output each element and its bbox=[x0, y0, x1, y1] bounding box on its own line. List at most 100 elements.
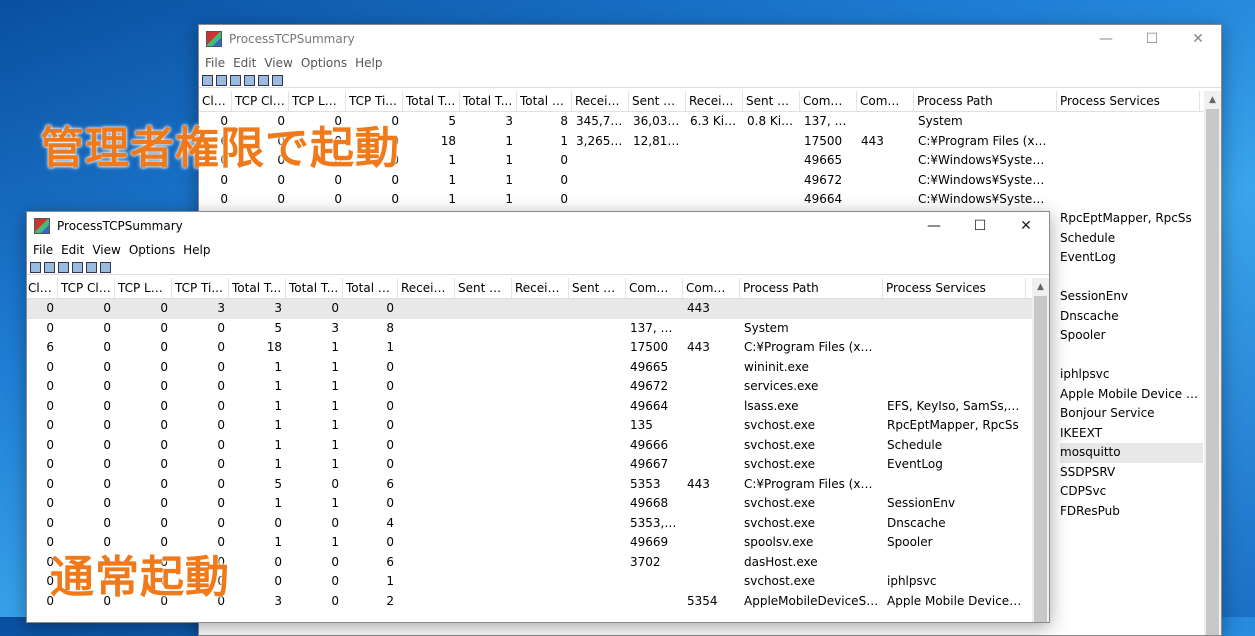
back-vertical-scrollbar[interactable]: ▲ bbox=[1204, 91, 1221, 635]
minimize-button[interactable]: — bbox=[1083, 25, 1129, 53]
table-cell bbox=[512, 319, 569, 339]
table-row[interactable]: 0 0 0 0 1 1 0 49667 svchost.exe EventLog bbox=[27, 455, 1049, 475]
table-cell bbox=[883, 377, 1026, 397]
maximize-button[interactable]: ☐ bbox=[957, 212, 1003, 240]
table-cell bbox=[740, 299, 883, 319]
table-row[interactable]: 0 0 0 0 1 1 0 49672 services.exe bbox=[27, 377, 1049, 397]
table-cell: 1 bbox=[560, 133, 568, 148]
export-icon[interactable] bbox=[216, 74, 227, 86]
properties-icon[interactable] bbox=[72, 261, 83, 273]
column-header[interactable]: TCP Clo... bbox=[232, 91, 289, 111]
table-cell bbox=[569, 533, 626, 553]
export-icon[interactable] bbox=[44, 261, 55, 273]
column-header[interactable]: Clo... bbox=[27, 278, 58, 298]
front-titlebar[interactable]: ProcessTCPSummary — ☐ ✕ bbox=[27, 212, 1049, 240]
column-header[interactable]: Commo... bbox=[800, 91, 857, 111]
scroll-up-icon[interactable]: ▲ bbox=[1204, 91, 1221, 109]
column-header[interactable]: Total T... bbox=[229, 278, 286, 298]
menu-edit[interactable]: Edit bbox=[229, 56, 260, 70]
column-header[interactable]: TCP Las... bbox=[289, 91, 346, 111]
column-header[interactable]: Receive... bbox=[572, 91, 629, 111]
table-row[interactable]: 0 0 0 0 1 1 0 135 svchost.exe RpcEptMapper, RpcSs bbox=[27, 416, 1049, 436]
table-cell bbox=[398, 397, 455, 417]
table-cell bbox=[512, 494, 569, 514]
table-cell bbox=[572, 171, 629, 191]
minimize-button[interactable]: — bbox=[911, 212, 957, 240]
close-button[interactable]: ✕ bbox=[1175, 25, 1221, 53]
column-header[interactable]: Clo... bbox=[199, 91, 232, 111]
column-header[interactable]: Sent By... bbox=[455, 278, 512, 298]
report-icon[interactable] bbox=[86, 261, 97, 273]
exit-icon[interactable] bbox=[100, 261, 111, 273]
menu-help[interactable]: Help bbox=[179, 243, 214, 257]
column-header[interactable]: Process Path bbox=[914, 91, 1057, 111]
table-cell bbox=[569, 572, 626, 592]
column-header[interactable]: TCP Ti... bbox=[172, 278, 229, 298]
table-cell bbox=[857, 190, 914, 210]
column-header[interactable]: Total T... bbox=[460, 91, 517, 111]
table-row[interactable]: 0 0 0 0 0 0 4 5353, 5... svchost.exe Dnscache bbox=[27, 514, 1049, 534]
column-header[interactable]: Commo... bbox=[857, 91, 914, 111]
menu-help[interactable]: Help bbox=[351, 56, 386, 70]
table-cell: 0 bbox=[46, 515, 54, 530]
table-row[interactable]: 0 0 0 0 5 3 8 137, 13... System bbox=[27, 319, 1049, 339]
table-row[interactable]: 6 0 0 0 18 1 1 17500 443 C:¥Program Files (x86)¥.… bbox=[27, 338, 1049, 358]
table-row[interactable]: 0 0 0 0 1 1 0 49666 svchost.exe Schedule bbox=[27, 436, 1049, 456]
table-row[interactable]: 0 0 0 0 1 1 0 49668 svchost.exe SessionEnv bbox=[27, 494, 1049, 514]
save-icon[interactable] bbox=[30, 261, 41, 273]
copy-icon[interactable] bbox=[58, 261, 69, 273]
table-cell: 1 bbox=[274, 437, 282, 452]
exit-icon[interactable] bbox=[272, 74, 283, 86]
column-header[interactable]: TCP Las... bbox=[115, 278, 172, 298]
front-vertical-scrollbar[interactable]: ▲ bbox=[1032, 278, 1049, 622]
table-row[interactable]: 0 0 0 3 3 0 0 443 bbox=[27, 299, 1049, 319]
table-cell: Schedule bbox=[887, 437, 943, 452]
column-header[interactable]: Sent By... bbox=[743, 91, 800, 111]
menu-view[interactable]: View bbox=[260, 56, 296, 70]
maximize-button[interactable]: ☐ bbox=[1129, 25, 1175, 53]
column-header[interactable]: Receive... bbox=[398, 278, 455, 298]
column-header[interactable]: Total T... bbox=[286, 278, 343, 298]
scrollbar-thumb[interactable] bbox=[1206, 109, 1219, 635]
column-header[interactable]: Total T... bbox=[403, 91, 460, 111]
menu-file[interactable]: File bbox=[29, 243, 57, 257]
report-icon[interactable] bbox=[258, 74, 269, 86]
column-header[interactable]: Sent By... bbox=[629, 91, 686, 111]
table-row[interactable]: 0 0 0 0 1 1 0 49664 lsass.exe EFS, KeyIso, SamSs,… bbox=[27, 397, 1049, 417]
column-header[interactable]: TCP Ti... bbox=[346, 91, 403, 111]
menu-options[interactable]: Options bbox=[297, 56, 351, 70]
menu-edit[interactable]: Edit bbox=[57, 243, 88, 257]
table-cell: 0 bbox=[46, 496, 54, 510]
table-cell bbox=[883, 553, 1026, 573]
scrollbar-thumb[interactable] bbox=[1034, 296, 1047, 622]
table-cell: 0 bbox=[560, 153, 568, 167]
column-header[interactable]: TCP Clo... bbox=[58, 278, 115, 298]
menu-view[interactable]: View bbox=[88, 243, 124, 257]
column-header[interactable]: Process Services bbox=[1057, 91, 1200, 111]
table-cell: 0 bbox=[217, 320, 225, 335]
table-row[interactable]: 0 0 0 0 5 0 6 5353 443 C:¥Program Files (x86)¥... bbox=[27, 475, 1049, 495]
close-button[interactable]: ✕ bbox=[1003, 212, 1049, 240]
copy-icon[interactable] bbox=[230, 74, 241, 86]
column-header[interactable]: Sent By... bbox=[569, 278, 626, 298]
column-header[interactable]: Commo... bbox=[626, 278, 683, 298]
menu-file[interactable]: File bbox=[201, 56, 229, 70]
column-header[interactable]: Total U... bbox=[517, 91, 572, 111]
properties-icon[interactable] bbox=[244, 74, 255, 86]
save-icon[interactable] bbox=[202, 74, 213, 86]
column-header[interactable]: Process Path bbox=[740, 278, 883, 298]
column-header[interactable]: Receive... bbox=[686, 91, 743, 111]
back-titlebar[interactable]: ProcessTCPSummary — ☐ ✕ bbox=[199, 25, 1221, 53]
table-row[interactable]: 0 0 0 0 1 1 0 49664 C:¥Windows¥System32... bbox=[199, 190, 1221, 210]
column-header[interactable]: Receive... bbox=[512, 278, 569, 298]
table-row[interactable]: 0 0 0 0 1 1 0 49665 wininit.exe bbox=[27, 358, 1049, 378]
scroll-up-icon[interactable]: ▲ bbox=[1032, 278, 1049, 296]
column-header[interactable]: Commo... bbox=[683, 278, 740, 298]
table-cell: 1 bbox=[331, 535, 339, 549]
table-cell bbox=[683, 533, 740, 553]
menu-options[interactable]: Options bbox=[125, 243, 179, 257]
column-header[interactable]: Process Services bbox=[883, 278, 1026, 298]
table-cell bbox=[683, 319, 740, 339]
table-cell bbox=[455, 572, 512, 592]
column-header[interactable]: Total U... bbox=[343, 278, 398, 298]
